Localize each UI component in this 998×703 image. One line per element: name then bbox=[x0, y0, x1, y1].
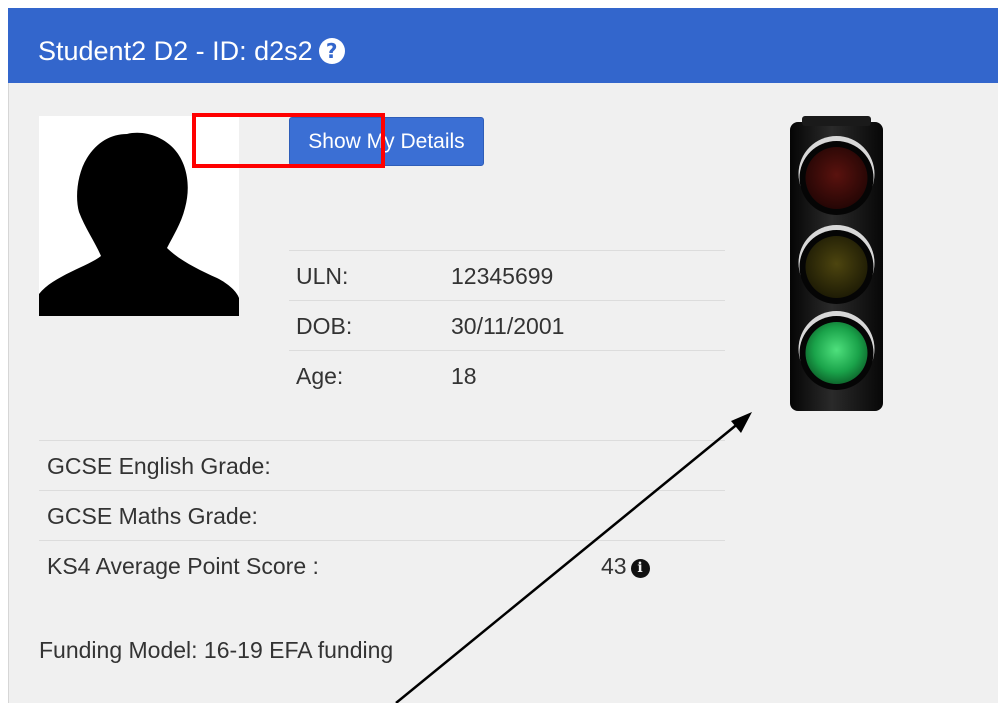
detail-value: 30/11/2001 bbox=[451, 313, 565, 339]
grade-row-ks4: KS4 Average Point Score : 43 i bbox=[39, 540, 725, 590]
detail-row-age: Age: 18 bbox=[289, 350, 725, 400]
person-silhouette-icon bbox=[39, 132, 239, 316]
green-lamp bbox=[805, 322, 868, 384]
detail-label: Age: bbox=[296, 363, 344, 389]
avatar bbox=[39, 116, 239, 316]
grade-label: KS4 Average Point Score : bbox=[47, 553, 319, 579]
help-icon[interactable]: ? bbox=[318, 37, 345, 64]
info-icon[interactable]: i bbox=[630, 559, 650, 578]
grade-row-maths: GCSE Maths Grade: bbox=[39, 490, 725, 540]
grade-value: 43 bbox=[601, 553, 627, 579]
detail-label: DOB: bbox=[296, 313, 353, 339]
red-lamp bbox=[805, 147, 868, 209]
detail-label: ULN: bbox=[296, 263, 349, 289]
ks4-score: 43 i bbox=[601, 541, 650, 591]
grade-label: GCSE Maths Grade: bbox=[47, 503, 258, 529]
funding-model: Funding Model: 16-19 EFA funding bbox=[39, 637, 394, 663]
show-my-details-button[interactable]: Show My Details bbox=[289, 117, 484, 166]
traffic-light-icon bbox=[790, 116, 883, 411]
page-title: Student2 D2 - ID: d2s2 bbox=[38, 35, 313, 66]
detail-row-dob: DOB: 30/11/2001 bbox=[289, 300, 725, 350]
detail-value: 18 bbox=[451, 363, 477, 389]
grade-row-english: GCSE English Grade: bbox=[39, 440, 725, 490]
amber-lamp bbox=[805, 236, 868, 298]
panel-header: Student2 D2 - ID: d2s2? bbox=[8, 8, 998, 83]
grade-label: GCSE English Grade: bbox=[47, 453, 271, 479]
detail-value: 12345699 bbox=[451, 263, 554, 289]
detail-row-uln: ULN: 12345699 bbox=[289, 250, 725, 300]
